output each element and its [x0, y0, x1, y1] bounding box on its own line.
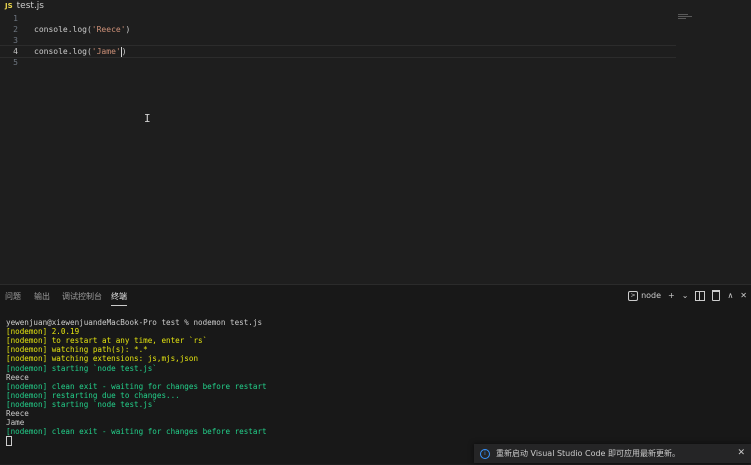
info-icon: i	[480, 448, 490, 459]
terminal-line: Jame	[6, 418, 25, 428]
terminal-output[interactable]: yewenjuan@xiewenjuandeMacBook-Pro test %…	[6, 309, 746, 465]
new-terminal-icon[interactable]: +	[668, 291, 675, 300]
terminal-line: [nodemon] watching extensions: js,mjs,js…	[6, 354, 199, 364]
terminal-line: [nodemon] starting `node test.js`	[6, 363, 157, 373]
terminal-line: Reece	[6, 409, 29, 419]
code-text: console.log('Jame')	[34, 46, 127, 57]
minimap[interactable]	[678, 14, 692, 20]
mouse-ibeam-cursor: I	[144, 112, 151, 125]
close-panel-icon[interactable]: ✕	[740, 291, 747, 300]
maximize-panel-icon[interactable]: ∧	[727, 291, 733, 300]
terminal-line: [nodemon] restarting due to changes...	[6, 390, 180, 400]
terminal-line: [nodemon] clean exit - waiting for chang…	[6, 381, 267, 391]
terminal-line: [nodemon] starting `node test.js`	[6, 399, 157, 409]
tab-terminal[interactable]: 终端	[111, 291, 127, 306]
js-file-icon: JS	[5, 2, 13, 10]
code-line-1[interactable]: 1	[0, 13, 676, 24]
terminal-selector[interactable]: > node	[628, 290, 662, 301]
chevron-down-icon[interactable]: ⌄	[682, 291, 689, 300]
breadcrumb: JS test.js	[0, 0, 751, 12]
panel-tabs: 问题 输出 调试控制台 终端 > node + ⌄ ∧ ✕	[0, 285, 751, 307]
trash-icon[interactable]	[712, 290, 721, 301]
tab-debug-console[interactable]: 调试控制台	[62, 291, 102, 305]
terminal-line: [nodemon] 2.0.19	[6, 327, 80, 337]
terminal-icon: >	[628, 290, 639, 301]
tab-output[interactable]: 输出	[34, 291, 50, 305]
close-icon[interactable]: ✕	[737, 448, 745, 458]
line-number: 2	[13, 25, 18, 34]
terminal-name: node	[641, 291, 662, 300]
bottom-panel: 问题 输出 调试控制台 终端 > node + ⌄ ∧ ✕ yewenjuan@…	[0, 284, 751, 464]
split-terminal-icon[interactable]	[695, 290, 706, 301]
terminal-line: yewenjuan@xiewenjuandeMacBook-Pro test %…	[6, 318, 263, 328]
terminal-line: Reece	[6, 372, 29, 382]
update-notification[interactable]: i 重新启动 Visual Studio Code 即可应用最新更新。 ✕	[474, 444, 751, 463]
terminal-line: [nodemon] clean exit - waiting for chang…	[6, 427, 267, 437]
terminal-line: [nodemon] to restart at any time, enter …	[6, 336, 208, 346]
file-name[interactable]: test.js	[17, 1, 44, 11]
line-number: 1	[13, 14, 18, 23]
terminal-cursor	[6, 436, 12, 447]
panel-actions: > node + ⌄ ∧ ✕	[628, 290, 747, 301]
tab-problems[interactable]: 问题	[5, 291, 21, 305]
code-editor[interactable]: 1 2 console.log('Reece') 3 4 console.log…	[0, 12, 751, 284]
notification-text: 重新启动 Visual Studio Code 即可应用最新更新。	[496, 449, 681, 458]
terminal-line: [nodemon] watching path(s): *.*	[6, 345, 148, 355]
code-line-5[interactable]: 5	[0, 57, 676, 68]
line-number: 4	[13, 47, 18, 56]
code-line-2[interactable]: 2 console.log('Reece')	[0, 24, 676, 35]
code-text: console.log('Reece')	[34, 25, 131, 34]
line-number: 5	[13, 58, 18, 67]
